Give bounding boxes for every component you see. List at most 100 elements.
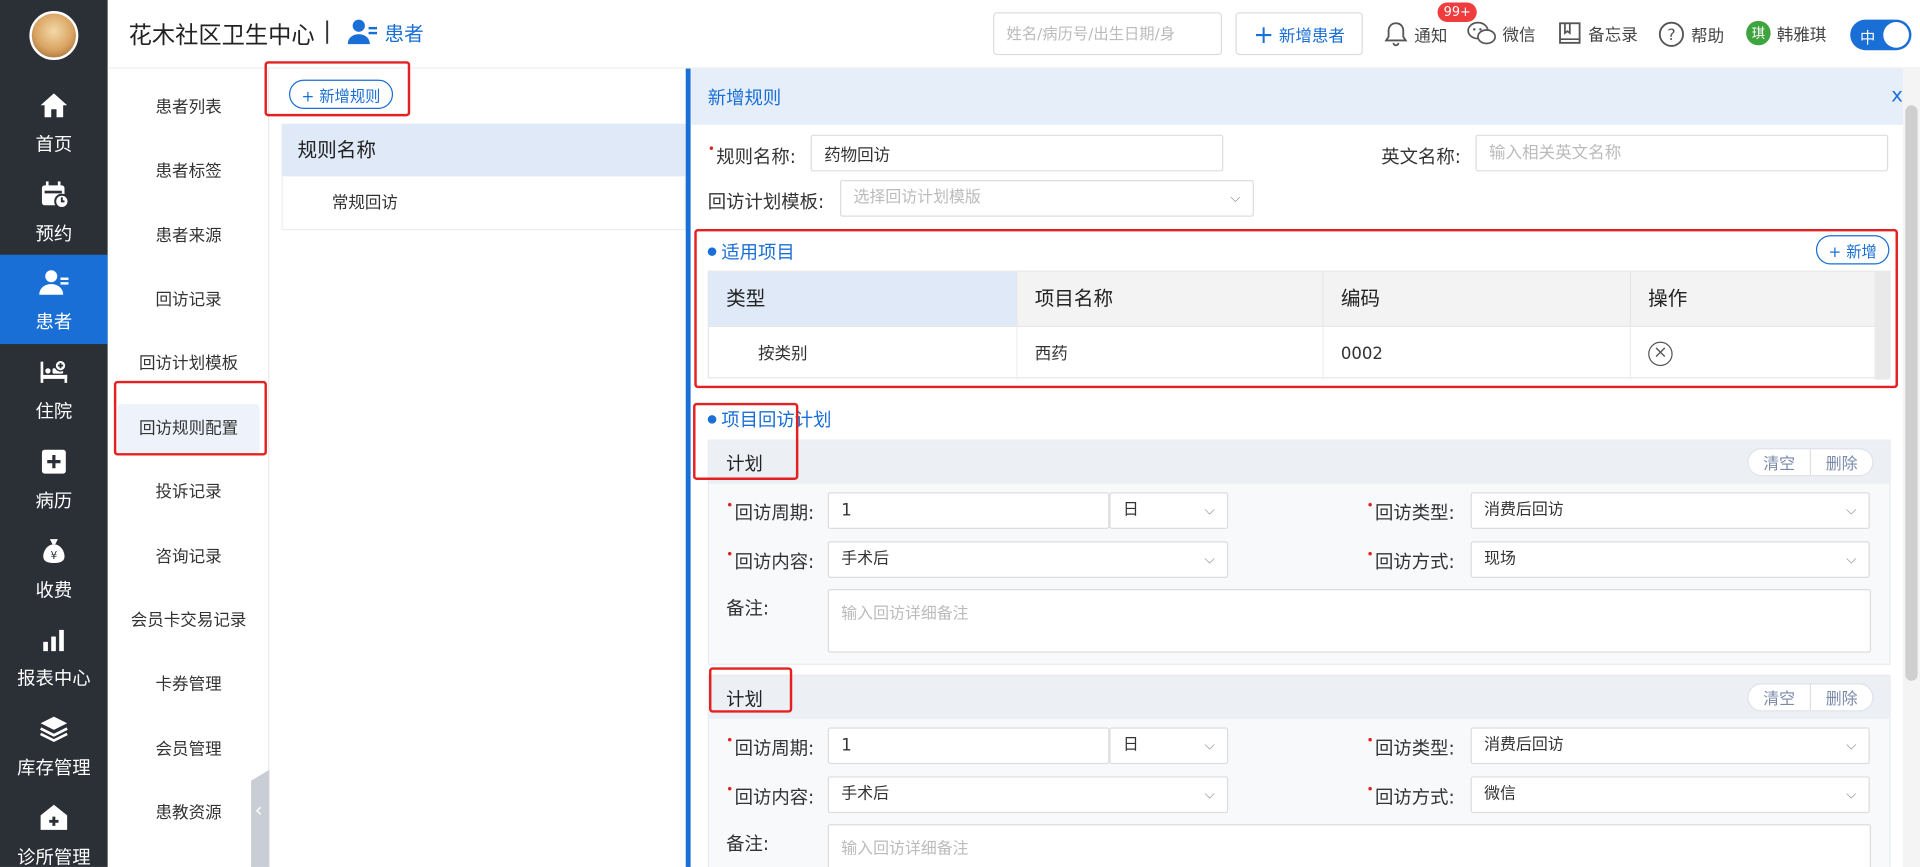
cycle-input[interactable] <box>827 492 1110 529</box>
content-label-text: 回访内容: <box>734 786 815 809</box>
help-button[interactable]: ? 帮助 <box>1658 21 1724 48</box>
nav-item-patient[interactable]: 患者 <box>0 254 108 345</box>
patient-search-input[interactable] <box>993 12 1223 56</box>
items-section-title: 适用项目 <box>707 239 795 265</box>
method-label: •回访方式: <box>1367 784 1455 810</box>
delete-plan-button[interactable]: 删除 <box>1811 684 1872 710</box>
followup-method-select[interactable]: 微信 ⌵ <box>1470 776 1870 814</box>
note-textarea[interactable] <box>827 824 1872 867</box>
subnav-item-education[interactable]: 患教资源 <box>118 789 260 838</box>
svg-text:?: ? <box>1667 25 1675 44</box>
nav-item-inventory[interactable]: 库存管理 <box>0 700 108 789</box>
top-header: 花木社区卫生中心 | 患者 + 新增患者 通知 99+ 微信 备忘录 ? 帮助 <box>107 0 1920 69</box>
subnav-item-patient-list[interactable]: 患者列表 <box>118 83 260 132</box>
subnav-item-members[interactable]: 会员管理 <box>118 725 260 774</box>
svg-text:¥: ¥ <box>50 549 57 562</box>
home-icon <box>40 93 68 118</box>
subnav-item-consultations[interactable]: 咨询记录 <box>118 533 260 582</box>
english-name-input[interactable] <box>1475 134 1889 172</box>
note-label: 备注: <box>726 597 770 620</box>
followup-content-value: 手术后 <box>841 784 890 804</box>
memo-icon <box>1559 22 1581 44</box>
subnav-item-patient-tags[interactable]: 患者标签 <box>118 147 260 196</box>
rule-list-header: 规则名称 <box>281 123 686 177</box>
user-avatar: 琪 <box>1746 20 1771 46</box>
cycle-input[interactable] <box>827 727 1110 765</box>
delete-plan-button[interactable]: 删除 <box>1811 449 1872 475</box>
followup-type-select[interactable]: 消费后回访 ⌵ <box>1470 492 1870 529</box>
subnav-item-member-card-transactions[interactable]: 会员卡交易记录 <box>118 596 260 645</box>
followup-plan: 计划 清空 删除 •回访周期: 日⌵ •回访类型: 消费后回访⌵ •回访内容: … <box>707 439 1891 665</box>
plan-title: 计划 <box>726 688 763 711</box>
note-textarea[interactable] <box>827 588 1872 653</box>
followup-type-value: 消费后回访 <box>1484 500 1564 520</box>
rule-name-input[interactable] <box>810 134 1224 172</box>
notify-button[interactable]: 通知 <box>1384 21 1447 48</box>
subnav-item-followup-templates[interactable]: 回访计划模板 <box>118 339 260 388</box>
subnav-item-coupons[interactable]: 卡券管理 <box>118 660 260 709</box>
followup-type-select[interactable]: 消费后回访 ⌵ <box>1470 727 1870 765</box>
table-header-name: 项目名称 <box>1017 271 1324 326</box>
cycle-label: •回访周期: <box>726 500 814 526</box>
cycle-unit-select[interactable]: 日 ⌵ <box>1109 727 1229 765</box>
content-label: •回访内容: <box>726 784 814 810</box>
followup-content-select[interactable]: 手术后 ⌵ <box>827 541 1229 578</box>
followup-content-select[interactable]: 手术后 ⌵ <box>827 776 1229 814</box>
subnav-item-followup-records[interactable]: 回访记录 <box>118 276 260 325</box>
table-header-type: 类型 <box>708 271 1018 326</box>
help-label: 帮助 <box>1691 26 1725 47</box>
content-label-text: 回访内容: <box>734 551 815 574</box>
add-item-button[interactable]: + 新增 <box>1815 235 1890 265</box>
help-icon: ? <box>1658 21 1684 47</box>
nav-item-reports[interactable]: 报表中心 <box>0 611 108 700</box>
plus-icon: + <box>1253 18 1274 49</box>
required-marker: • <box>1366 734 1374 749</box>
new-rule-form: 新增规则 x •规则名称: 英文名称: 回访计划模板: 选择回访计划模版 ⌵ 适… <box>685 68 1920 867</box>
rule-name-label: •规则名称: <box>708 143 796 169</box>
content-label: •回访内容: <box>726 549 814 575</box>
followup-content-value: 手术后 <box>841 549 890 569</box>
subnav-item-complaints[interactable]: 投诉记录 <box>118 468 260 517</box>
scrollbar-thumb[interactable] <box>1905 105 1918 681</box>
nav-item-billing[interactable]: ¥ 收费 <box>0 523 108 612</box>
clear-plan-button[interactable]: 清空 <box>1749 684 1810 710</box>
rule-list-item[interactable]: 常规回访 <box>281 176 686 231</box>
close-icon[interactable]: x <box>1891 83 1903 106</box>
subnav-item-patient-source[interactable]: 患者来源 <box>118 212 260 261</box>
followup-method-select[interactable]: 现场 ⌵ <box>1470 541 1870 578</box>
nav-label: 病历 <box>35 489 73 512</box>
chevron-down-icon: ⌵ <box>1846 502 1857 518</box>
form-title: 新增规则 <box>707 86 782 109</box>
nav-label: 诊所管理 <box>17 846 91 867</box>
cycle-unit-value: 日 <box>1122 735 1139 755</box>
cycle-unit-select[interactable]: 日 ⌵ <box>1109 492 1229 529</box>
nav-item-clinic[interactable]: 诊所管理 <box>0 790 108 867</box>
nav-item-inpatient[interactable]: 住院 <box>0 344 108 433</box>
language-toggle[interactable]: 中 <box>1850 19 1912 51</box>
form-scrollbar[interactable] <box>1902 68 1920 867</box>
bar-chart-icon <box>43 629 64 652</box>
wechat-label: 微信 <box>1502 25 1536 46</box>
plan-section-title: 项目回访计划 <box>707 407 831 433</box>
clear-plan-button[interactable]: 清空 <box>1749 449 1810 475</box>
nav-item-appointment[interactable]: 预约 <box>0 167 108 256</box>
table-cell-name: 西药 <box>1017 325 1324 380</box>
table-scrollbar[interactable] <box>1874 271 1890 380</box>
subnav-item-followup-rules[interactable]: 回访规则配置 <box>117 404 260 454</box>
type-label: •回访类型: <box>1367 500 1455 526</box>
nav-item-home[interactable]: 首页 <box>0 77 108 166</box>
memo-button[interactable]: 备忘录 <box>1558 21 1638 45</box>
nav-label: 预约 <box>35 222 73 245</box>
template-select[interactable]: 选择回访计划模版 ⌵ <box>840 180 1254 217</box>
wechat-button[interactable]: 微信 <box>1467 21 1536 45</box>
avatar[interactable] <box>29 11 79 61</box>
user-menu[interactable]: 琪 韩雅琪 <box>1746 20 1826 46</box>
chevron-down-icon: ⌵ <box>1846 786 1857 803</box>
delete-row-icon[interactable]: × <box>1648 341 1673 367</box>
nav-item-medical-record[interactable]: 病历 <box>0 433 108 522</box>
add-rule-button[interactable]: + 新增规则 <box>288 79 394 109</box>
add-patient-button[interactable]: + 新增患者 <box>1235 12 1363 56</box>
chevron-down-icon: ⌵ <box>1846 737 1857 754</box>
english-name-label: 英文名称: <box>1381 145 1461 168</box>
collapse-sidebar-button[interactable]: ‹ <box>251 768 271 867</box>
